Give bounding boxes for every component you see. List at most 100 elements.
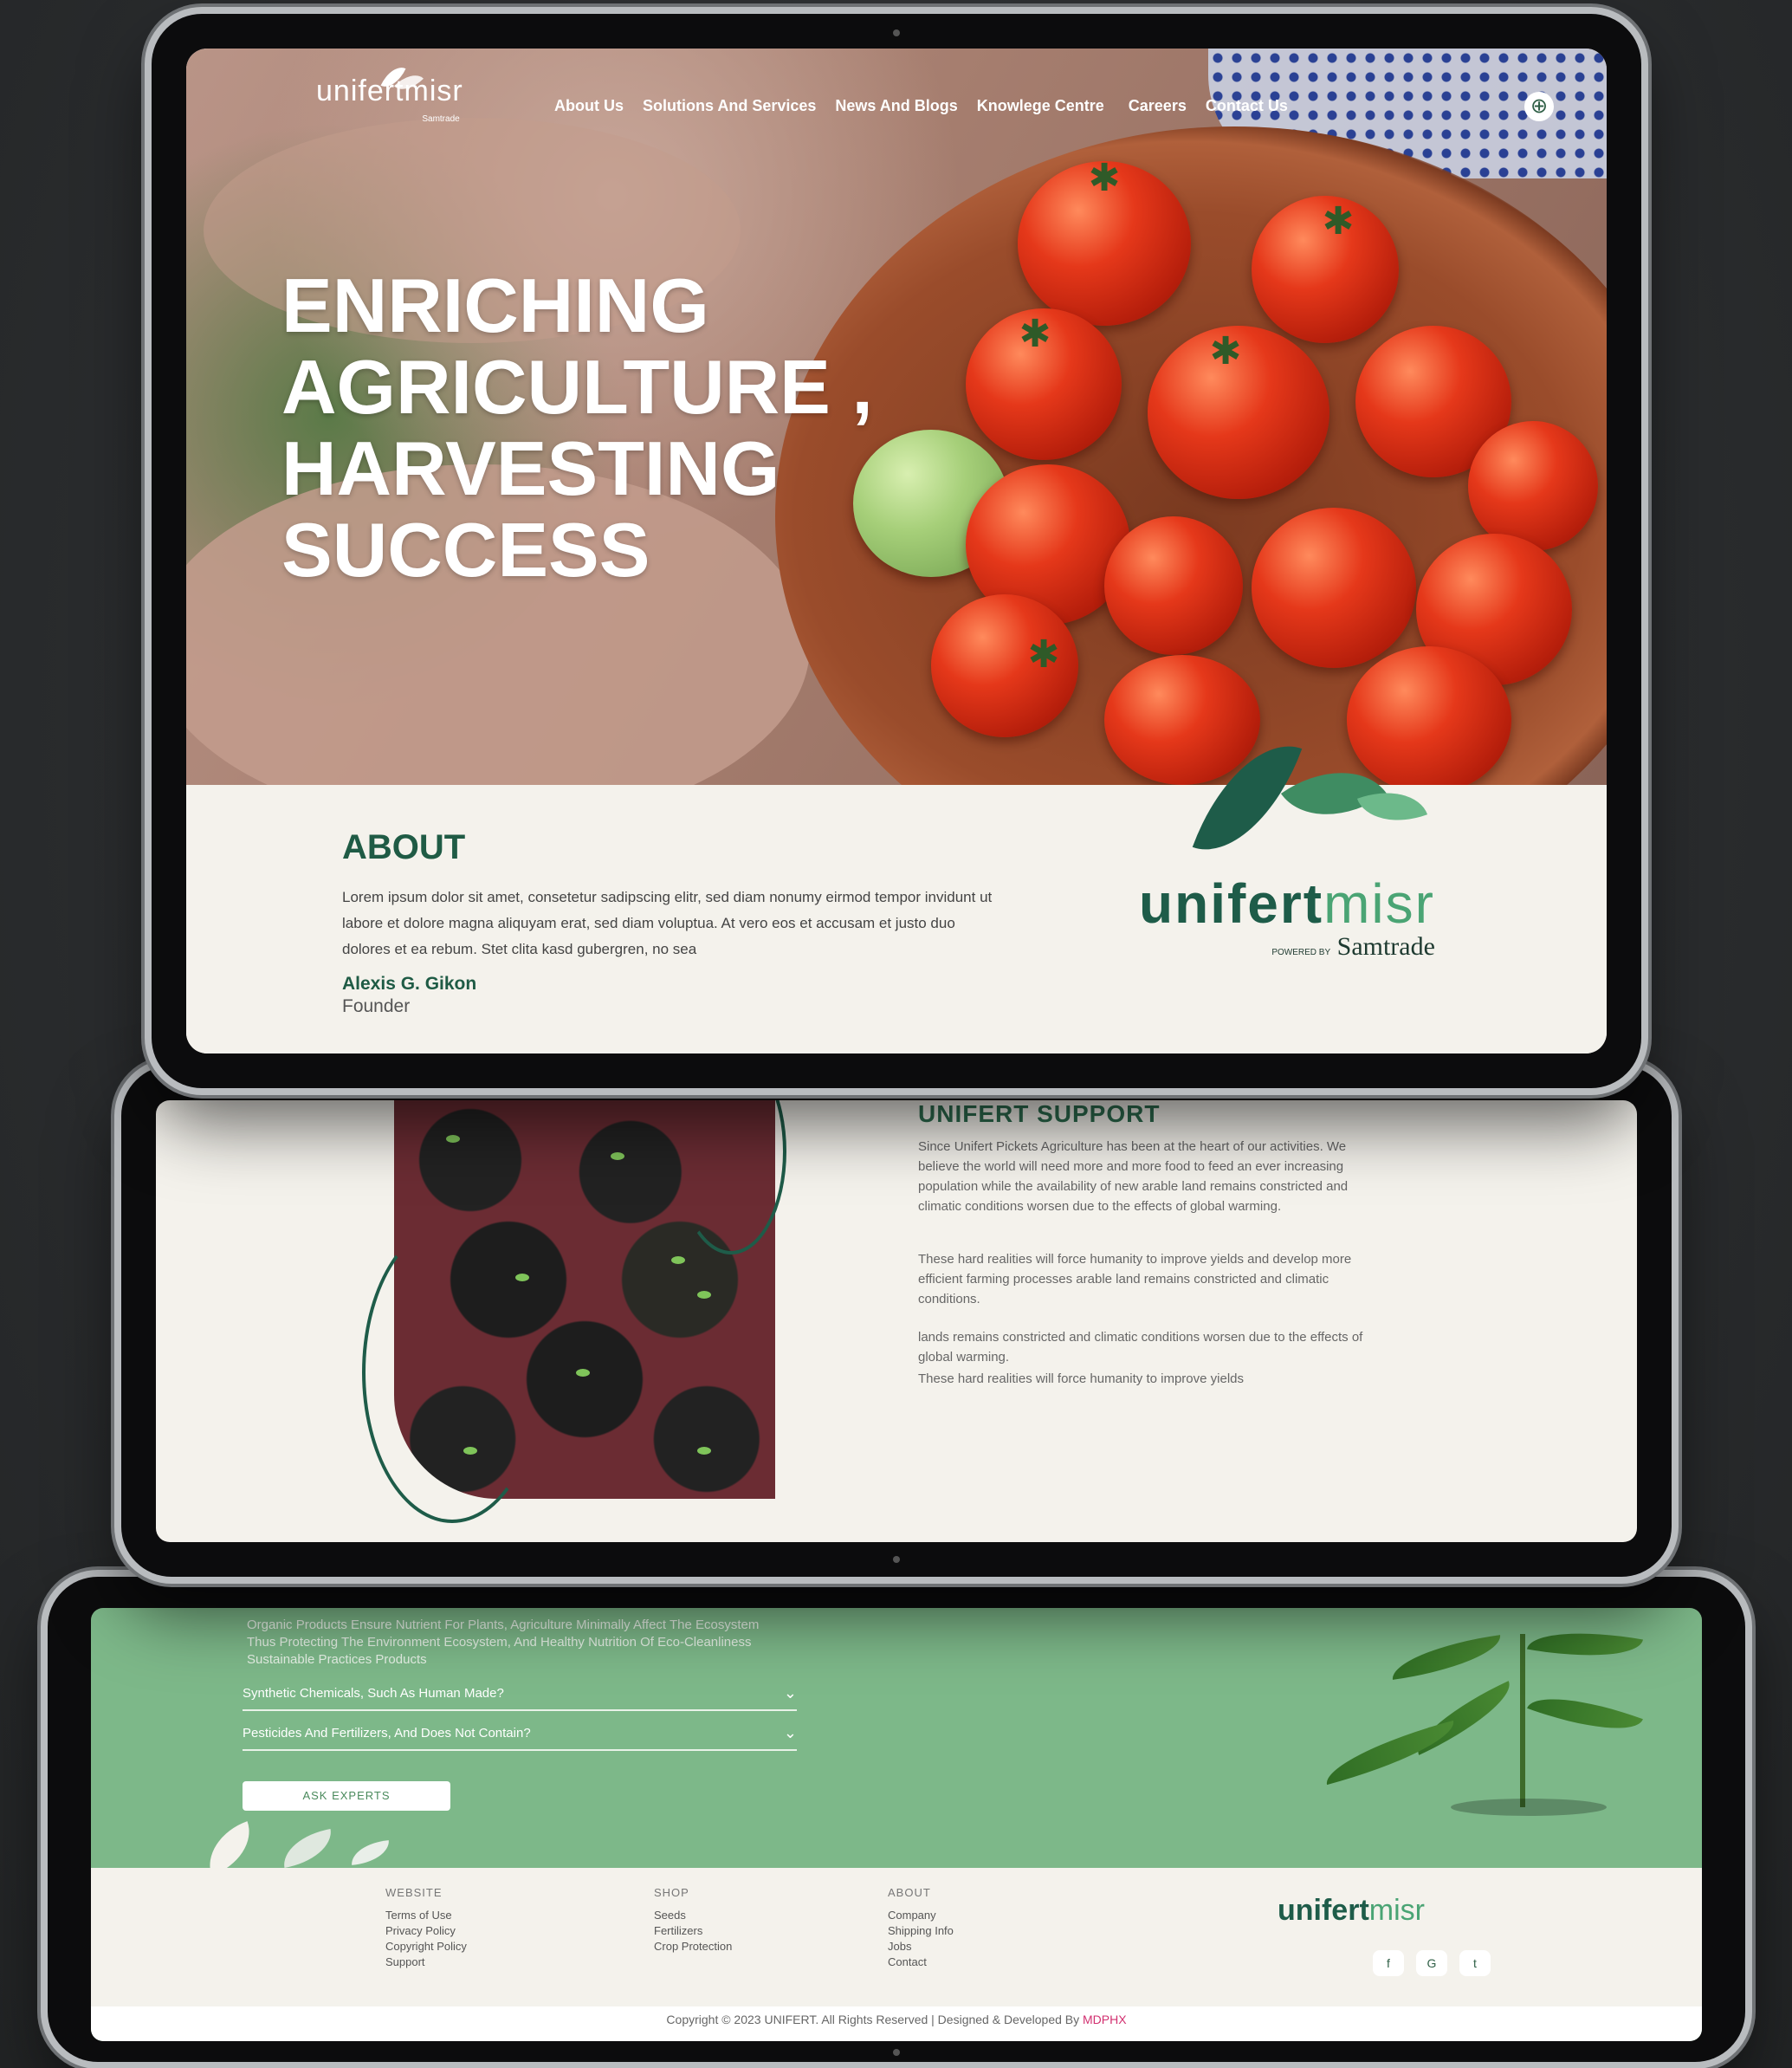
tablet-bottom: Organic Products Ensure Nutrient For Pla… — [48, 1577, 1745, 2062]
footer: WEBSITE Terms of Use Privacy Policy Copy… — [91, 1868, 1702, 2006]
footer-col-shop: SHOP Seeds Fertilizers Crop Protection — [654, 1885, 732, 1955]
footer-link[interactable]: Crop Protection — [654, 1939, 732, 1955]
logo-wordmark-b: misr — [1323, 872, 1435, 935]
footer-col-about: ABOUT Company Shipping Info Jobs Contact — [888, 1885, 954, 1970]
founder-role: Founder — [342, 996, 411, 1016]
stem: ✱ — [1088, 157, 1121, 199]
sprout — [697, 1291, 711, 1299]
camera-dot — [893, 1556, 900, 1563]
logo-parent: Samtrade — [422, 114, 460, 124]
stem: ✱ — [1027, 633, 1060, 676]
sprout — [611, 1152, 624, 1160]
leaf-icon — [279, 1829, 336, 1868]
tomato — [1468, 421, 1598, 551]
top-navigation: unifertmisr Samtrade About Us Solutions … — [186, 49, 1607, 152]
support-paragraph-1: Since Unifert Pickets Agriculture has be… — [918, 1139, 1349, 1214]
nav-news[interactable]: News And Blogs — [835, 97, 957, 115]
sprout — [697, 1447, 711, 1455]
support-paragraph-3: lands remains constricted and climatic c… — [918, 1330, 1363, 1365]
chevron-down-icon[interactable]: ⌄ — [784, 1724, 797, 1742]
faq-intro: Organic Products Ensure Nutrient For Pla… — [247, 1617, 760, 1667]
plant-stem — [1520, 1634, 1525, 1807]
facebook-icon[interactable]: f — [1373, 1950, 1404, 1976]
support-screen: UNIFERT SUPPORT Since Unifert Pickets Ag… — [156, 1100, 1637, 1542]
chevron-down-icon[interactable]: ⌄ — [784, 1684, 797, 1702]
plant-leaf — [1527, 1619, 1643, 1669]
plant-image — [1191, 1617, 1676, 1825]
nav-about-us[interactable]: About Us — [554, 97, 624, 115]
footer-heading: WEBSITE — [385, 1886, 443, 1899]
footer-link[interactable]: Jobs — [888, 1939, 954, 1955]
hero-image: ✱ ✱ ✱ ✱ ✱ unifertmisr Samtrade About Us … — [186, 49, 1607, 906]
tomato — [1347, 646, 1511, 794]
footer-link[interactable]: Seeds — [654, 1908, 732, 1923]
hero-headline: ENRICHING AGRICULTURE , HARVESTING SUCCE… — [281, 265, 873, 591]
plant-leaf — [1527, 1680, 1643, 1747]
header-logo[interactable]: unifertmisr Samtrade — [316, 62, 463, 124]
nav-solutions[interactable]: Solutions And Services — [643, 97, 816, 115]
hero-screen: ✱ ✱ ✱ ✱ ✱ unifertmisr Samtrade About Us … — [186, 49, 1607, 1053]
plant-leaf — [1319, 1720, 1461, 1786]
tablet-top: ✱ ✱ ✱ ✱ ✱ unifertmisr Samtrade About Us … — [152, 14, 1641, 1088]
hero-line-4: SUCCESS — [281, 507, 650, 593]
plant-shadow — [1451, 1799, 1607, 1816]
hero-line-3: HARVESTING — [281, 425, 780, 511]
footer-link[interactable]: Terms of Use — [385, 1908, 467, 1923]
footer-heading: SHOP — [654, 1886, 689, 1899]
tablet-middle: UNIFERT SUPPORT Since Unifert Pickets Ag… — [121, 1066, 1672, 1577]
copyright-text: Copyright © 2023 UNIFERT. All Rights Res… — [666, 2013, 1080, 2026]
logo-parent-name: Samtrade — [1336, 932, 1435, 961]
leaf-icon — [349, 1840, 391, 1865]
copyright-bar: Copyright © 2023 UNIFERT. All Rights Res… — [91, 2006, 1702, 2041]
footer-link[interactable]: Fertilizers — [654, 1923, 732, 1939]
support-title: UNIFERT SUPPORT — [918, 1100, 1161, 1127]
footer-link[interactable]: Company — [888, 1908, 954, 1923]
developer-link[interactable]: MDPHX — [1083, 2013, 1127, 2026]
support-paragraph-2: These hard realities will force humanity… — [918, 1252, 1352, 1306]
plant-leaf — [1388, 1635, 1504, 1680]
tomato — [1104, 655, 1260, 785]
logo-wordmark-a: unifert — [1139, 872, 1324, 935]
google-icon[interactable]: G — [1416, 1950, 1447, 1976]
logo-wordmark-b: misr — [1368, 1894, 1425, 1927]
about-body: Lorem ipsum dolor sit amet, consetetur s… — [342, 889, 993, 957]
stem: ✱ — [1322, 200, 1355, 243]
footer-link[interactable]: Privacy Policy — [385, 1923, 467, 1939]
tomato — [1104, 516, 1243, 655]
footer-logo[interactable]: unifertmisr — [1278, 1894, 1425, 1928]
sprout — [671, 1256, 685, 1264]
logo-wordmark-a: unifert — [1278, 1894, 1369, 1927]
decorative-arc — [362, 1222, 542, 1523]
camera-dot — [893, 2049, 900, 2056]
support-paragraph-4: These hard realities will force humanity… — [918, 1371, 1244, 1386]
nav-links: About Us Solutions And Services News And… — [554, 97, 1307, 115]
hero-line-2: AGRICULTURE , — [281, 344, 873, 430]
stem: ✱ — [1209, 330, 1242, 373]
footer-link[interactable]: Contact — [888, 1955, 954, 1970]
sprout — [576, 1369, 590, 1377]
footer-link[interactable]: Support — [385, 1955, 467, 1970]
footer-screen: Organic Products Ensure Nutrient For Pla… — [91, 1608, 1702, 2041]
nav-contact[interactable]: Contact Us — [1206, 97, 1288, 115]
nav-careers[interactable]: Careers — [1129, 97, 1187, 115]
footer-link[interactable]: Copyright Policy — [385, 1939, 467, 1955]
hero-line-1: ENRICHING — [281, 263, 709, 348]
tomato — [1252, 508, 1416, 668]
faq-question-2: Pesticides And Fertilizers, And Does Not… — [243, 1726, 531, 1741]
about-logo: unifertmisr POWERED BY Samtrade — [1139, 872, 1435, 961]
twitter-icon[interactable]: t — [1459, 1950, 1491, 1976]
faq-item[interactable]: Synthetic Chemicals, Such As Human Made?… — [243, 1684, 797, 1711]
sprout — [446, 1135, 460, 1143]
stem: ✱ — [1019, 313, 1051, 355]
faq-question-1: Synthetic Chemicals, Such As Human Made? — [243, 1686, 504, 1701]
globe-icon[interactable]: ⊕ — [1524, 92, 1554, 121]
logo-powered-by: POWERED BY — [1271, 948, 1331, 957]
footer-link[interactable]: Shipping Info — [888, 1923, 954, 1939]
logo-parent: POWERED BY Samtrade — [1271, 932, 1435, 962]
about-section: ABOUT Lorem ipsum dolor sit amet, conset… — [186, 724, 1607, 1053]
about-title: ABOUT — [342, 828, 466, 866]
camera-dot — [893, 29, 900, 36]
faq-item[interactable]: Pesticides And Fertilizers, And Does Not… — [243, 1724, 797, 1751]
ask-experts-button[interactable]: ASK EXPERTS — [243, 1781, 450, 1811]
nav-knowledge[interactable]: Knowlege Centre — [977, 97, 1104, 115]
